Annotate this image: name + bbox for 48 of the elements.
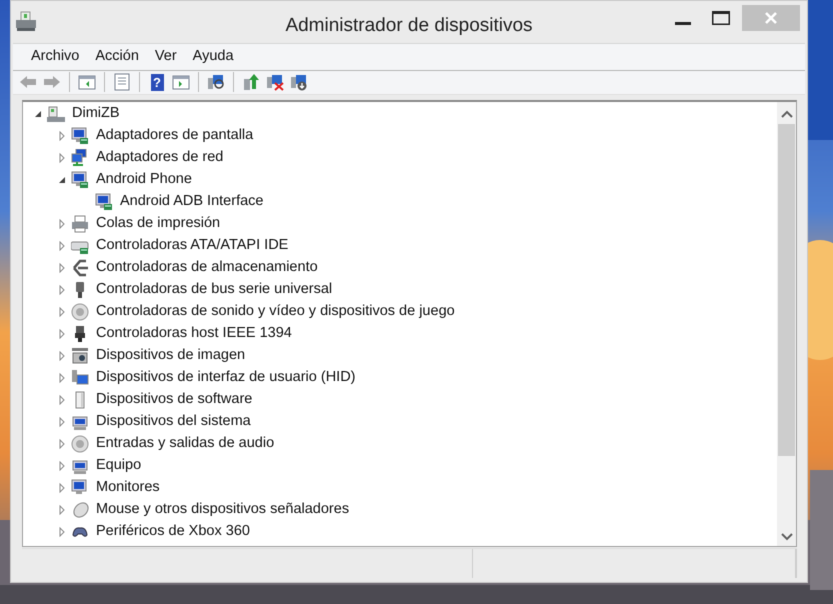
help-button[interactable]: ? <box>146 71 168 94</box>
tree-item[interactable]: Controladoras ATA/ATAPI IDE <box>96 234 288 257</box>
minimize-icon <box>675 22 691 26</box>
tree-item[interactable]: Dispositivos del sistema <box>96 410 251 433</box>
tree-item[interactable]: Android Phone <box>96 168 192 191</box>
monitor-icon <box>71 478 89 497</box>
computer-icon <box>47 104 65 123</box>
tree-item[interactable]: Mouse y otros dispositivos señaladores <box>96 498 350 521</box>
scroll-thumb[interactable] <box>778 124 795 456</box>
camera-icon <box>71 346 89 365</box>
tree-item[interactable]: Controladoras de almacenamiento <box>96 256 318 279</box>
tree-item[interactable]: Equipo <box>96 454 142 477</box>
speaker-icon <box>71 302 89 321</box>
tree-item[interactable]: Adaptadores de pantalla <box>96 124 254 147</box>
tree-item[interactable]: Dispositivos de software <box>96 388 252 411</box>
menu-item[interactable]: Archivo <box>23 44 88 70</box>
menu-item[interactable]: Ayuda <box>184 44 242 70</box>
keyboard-device-icon <box>71 368 89 387</box>
tree-item[interactable]: Dispositivos de imagen <box>96 344 246 367</box>
network-icon <box>71 148 89 167</box>
tree-item[interactable]: Entradas y salidas de audio <box>96 432 274 455</box>
scrollbar[interactable] <box>777 102 796 546</box>
close-icon <box>765 12 777 24</box>
window-title: Administrador de dispositivos <box>285 15 533 36</box>
tree-item[interactable]: Controladoras de bus serie universal <box>96 278 332 301</box>
tree-item[interactable]: DimiZB <box>72 102 120 125</box>
monitor-icon <box>71 126 89 145</box>
scroll-up-icon[interactable] <box>780 110 792 118</box>
tree-item[interactable]: Colas de impresión <box>96 212 220 235</box>
storage-icon <box>71 258 89 277</box>
tree-item[interactable]: Controladoras de sonido y vídeo y dispositivos de juego <box>96 300 455 323</box>
mouse-icon <box>71 500 89 519</box>
monitor-icon <box>95 192 113 211</box>
tree-item[interactable]: Periféricos de Xbox 360 <box>96 520 250 543</box>
scroll-down-icon[interactable] <box>780 533 792 542</box>
printer-icon <box>15 10 37 33</box>
menu-item[interactable]: Acción <box>87 44 147 70</box>
tree-item[interactable]: Dispositivos de interfaz de usuario (HID) <box>96 366 356 389</box>
help-icon: ? <box>150 74 164 91</box>
tree-item[interactable]: Monitores <box>96 476 160 499</box>
tree-item[interactable]: Controladoras host IEEE 1394 <box>96 322 292 345</box>
speaker-icon <box>71 434 89 453</box>
printer-icon <box>71 214 89 233</box>
maximize-icon <box>712 10 730 25</box>
tree-item[interactable]: Android ADB Interface <box>120 190 264 213</box>
monitor-icon <box>71 170 89 189</box>
tree-item[interactable]: Adaptadores de red <box>96 146 224 169</box>
menu-item[interactable]: Ver <box>146 44 185 70</box>
